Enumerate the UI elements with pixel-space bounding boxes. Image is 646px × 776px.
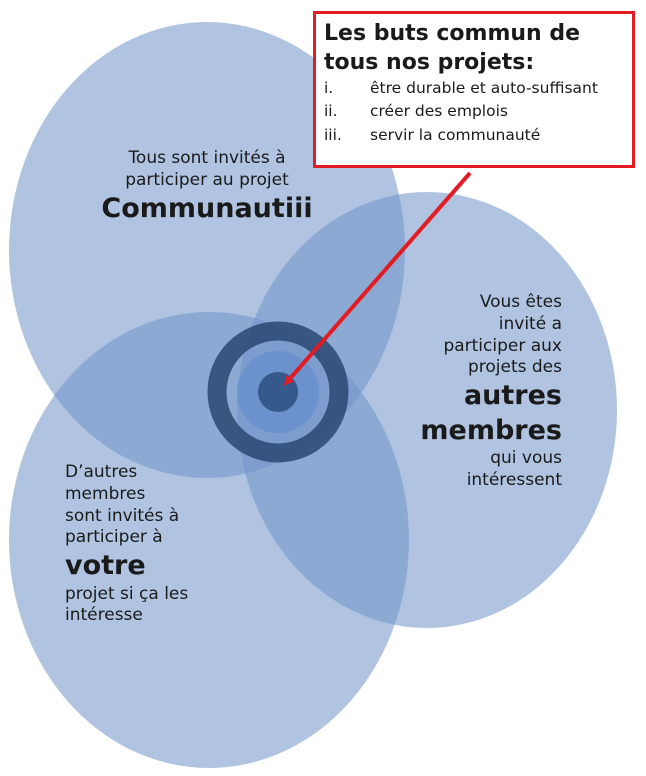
circle-left-tail-1: projet si ça les [65,583,189,604]
goal-item-text: être durable et auto-suffisant [370,79,598,98]
circle-top-emphasis: Communautiii [101,192,313,224]
circle-right-emphasis-1: autres [463,380,562,411]
goal-item: ii. créer des emplois [324,100,624,123]
goal-item: iii. servir la communauté [324,124,624,147]
circle-left-line-2: membres [65,483,146,504]
goal-item-number: i. [324,79,334,98]
circle-left-emphasis: votre [65,550,146,581]
circle-top-line-2: participer au projet [125,169,289,190]
goal-item-text: servir la communauté [370,125,541,144]
circle-left-text: D’autres membres sont invités à particip… [65,462,265,627]
goal-item: i. être durable et auto-suffisant [324,77,624,100]
circle-right-text: Vous êtes invité a participer aux projet… [380,292,562,492]
goals-title-line-2: tous nos projets: [324,49,535,75]
circle-right-emphasis-2: membres [420,414,562,446]
goals-title-line-1: Les buts commun de [324,21,581,46]
circle-right-tail-1: qui vous [490,448,562,469]
circle-right-line-1: Vous êtes [479,292,562,312]
circle-top-text: Tous sont invités à participer au projet… [92,148,322,226]
circle-left-tail-2: intéresse [65,605,143,626]
goal-item-number: iii. [324,125,342,144]
circle-right-line-4: projets des [467,357,562,378]
circle-left-line-1: D’autres [65,462,138,482]
circle-right-line-2: invité a [498,313,562,334]
goal-item-text: créer des emplois [370,102,508,121]
circle-top-line-1: Tous sont invités à [128,148,286,168]
goal-item-number: ii. [324,102,338,121]
circle-left-line-3: sont invités à [65,505,180,526]
circle-right-line-3: participer aux [443,335,562,356]
circle-right-tail-2: intéressent [466,469,562,490]
goals-callout-box: Les buts commun de tous nos projets: i. … [313,11,635,168]
circle-left-line-4: participer à [65,527,163,548]
